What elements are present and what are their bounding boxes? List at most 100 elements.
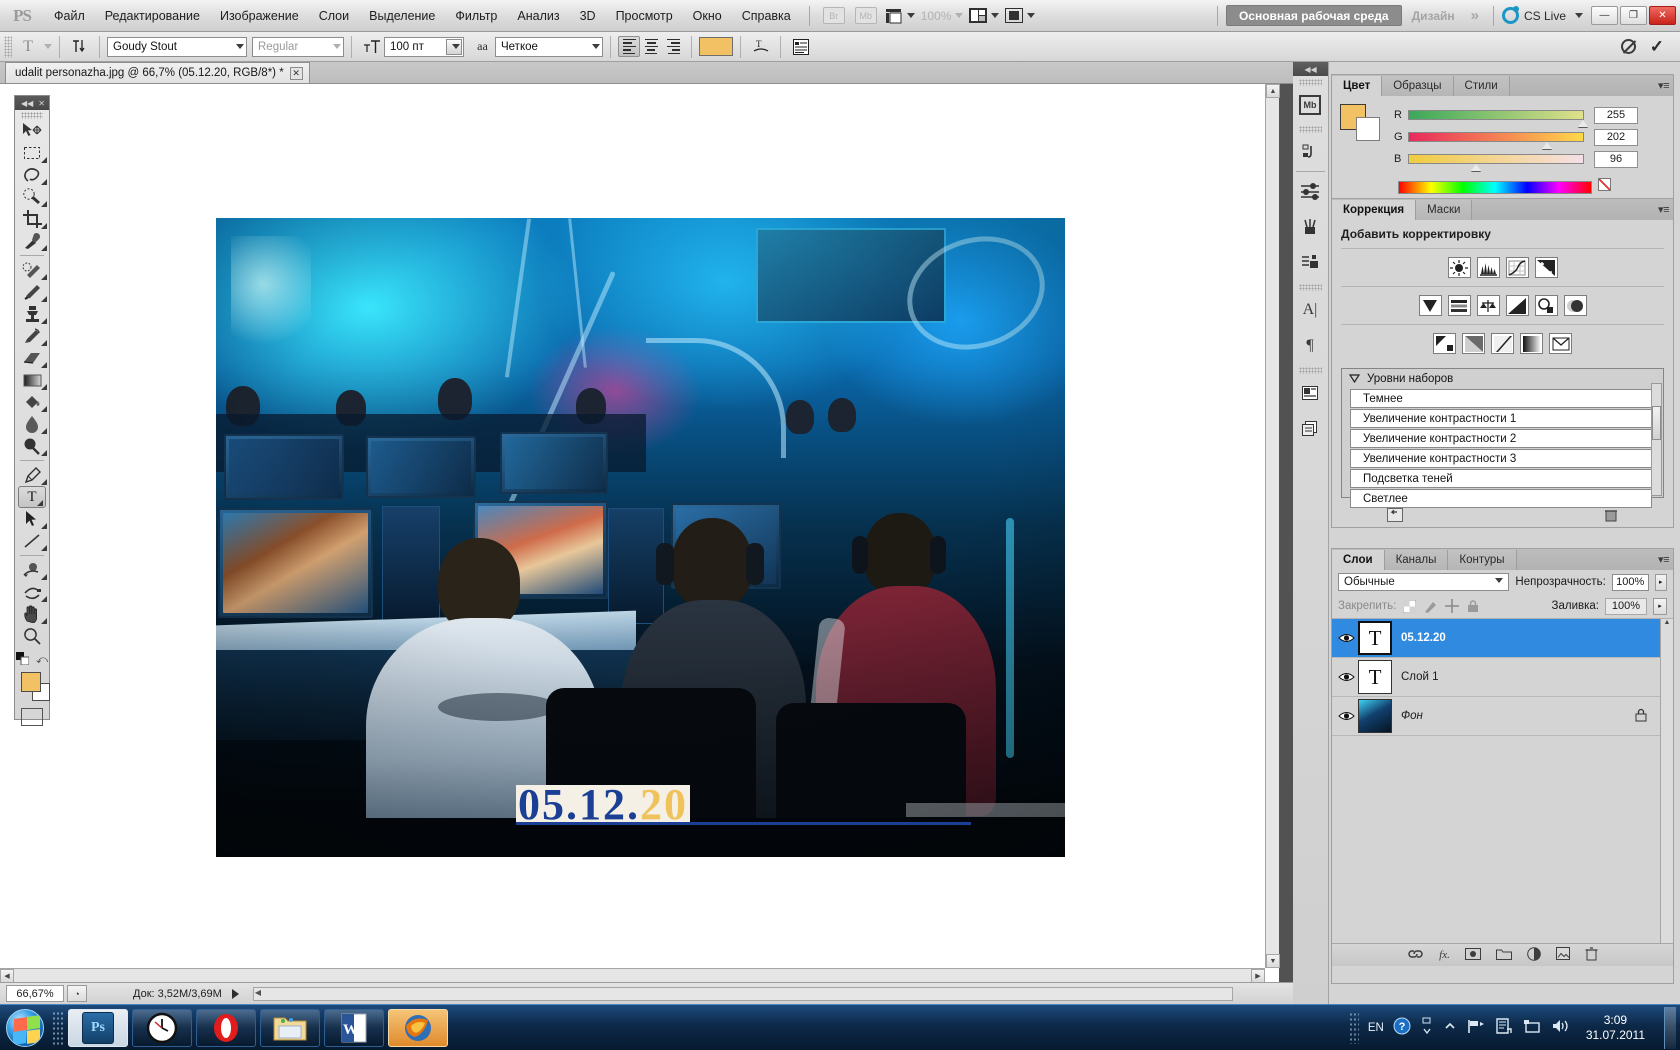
document-tab[interactable]: udalit personazha.jpg @ 66,7% (05.12.20,… [5,62,310,83]
scroll-down-arrow[interactable]: ▼ [1266,954,1280,968]
selective-color-icon[interactable] [1549,333,1572,354]
brush-tool[interactable] [15,281,49,303]
status-expand-button[interactable] [231,988,239,999]
toolbox-grip[interactable] [21,112,43,119]
taskbar-word[interactable]: W [324,1008,384,1047]
new-layer-icon[interactable] [1555,947,1570,963]
opacity-stepper[interactable]: ▸ [1654,573,1667,591]
dock-grip-1[interactable] [1299,79,1322,86]
posterize-icon[interactable] [1462,333,1485,354]
close-icon[interactable]: ✕ [289,66,303,80]
channel-mixer-icon[interactable] [1563,295,1587,316]
green-slider-thumb[interactable] [1542,142,1552,149]
blue-slider-track[interactable] [1408,154,1584,171]
scroll-up-arrow[interactable]: ▲ [1266,84,1280,98]
font-family-select[interactable]: Goudy Stout [107,36,247,57]
cs-live-button[interactable]: CS Live [1501,6,1583,24]
lock-position-icon[interactable] [1444,599,1459,614]
hue-saturation-icon[interactable] [1447,295,1471,316]
scroll-left-arrow[interactable]: ◀ [0,969,14,983]
layer-row-1[interactable]: T Слой 1 [1332,658,1673,697]
help-icon[interactable]: ? [1393,1017,1411,1038]
document-window[interactable]: 05.12.20 ▲ ▼ ◀ ▶ [0,84,1280,983]
dock-grip-4[interactable] [1299,367,1322,374]
tab-adjustments[interactable]: Коррекция [1332,200,1417,220]
curves-icon[interactable] [1505,257,1529,278]
font-size-select[interactable]: 100 пт [384,36,464,57]
taskbar-grip[interactable] [52,1010,64,1045]
gradient-map-icon[interactable] [1520,333,1543,354]
blue-slider-thumb[interactable] [1471,164,1481,171]
eraser-tool[interactable] [15,347,49,369]
duplicate-icon[interactable] [1293,411,1327,447]
layer-thumbnail-0[interactable]: T [1358,621,1392,655]
adjustments-panel-menu-button[interactable]: ▾≡ [1658,203,1669,216]
tab-paths[interactable]: Контуры [1448,550,1517,570]
mini-bridge-button[interactable]: Mb [853,5,879,27]
preset-item-4[interactable]: Подсветка теней [1350,469,1652,488]
taskbar-opera[interactable] [196,1008,256,1047]
arrange-documents-button[interactable] [969,5,1000,27]
language-indicator[interactable]: EN [1368,1022,1384,1034]
fill-stepper[interactable]: ▸ [1653,597,1667,615]
layer-row-0[interactable]: T 05.12.20 [1332,619,1673,658]
layer-name-0[interactable]: 05.12.20 [1401,632,1446,644]
preset-item-0[interactable]: Темнее [1350,389,1652,408]
action-center-icon[interactable] [1495,1017,1513,1038]
commit-edit-button[interactable]: ✓ [1650,38,1664,55]
lock-image-icon[interactable] [1423,599,1438,614]
menu-window[interactable]: Окно [683,5,732,27]
volume-icon[interactable] [1551,1018,1571,1037]
layer-visibility-icon-0[interactable] [1334,632,1358,644]
green-slider-track[interactable] [1408,132,1584,149]
color-panel-menu-button[interactable]: ▾≡ [1658,79,1669,92]
red-value[interactable]: 255 [1594,106,1638,124]
workspace-essentials-button[interactable]: Основная рабочая среда [1225,5,1402,26]
layer-name-1[interactable]: Слой 1 [1401,671,1439,683]
menu-analysis[interactable]: Анализ [507,5,569,27]
lasso-tool[interactable] [15,164,49,186]
scroll-right-arrow[interactable]: ▶ [1251,969,1265,983]
antialias-select[interactable]: Четкое [495,36,603,57]
red-slider-track[interactable] [1408,110,1588,127]
threshold-icon[interactable] [1491,333,1514,354]
dock-grip-2[interactable] [1299,126,1322,133]
quick-mask-toggle[interactable] [21,708,43,726]
layer-thumbnail-2[interactable] [1358,699,1392,733]
date-text-selection[interactable]: 05.12.20 [516,783,690,827]
canvas-horizontal-scrollbar[interactable]: ◀ ▶ [0,968,1265,983]
fill-value[interactable]: 100% [1605,597,1647,615]
presets-scroll-thumb[interactable] [1652,406,1661,440]
invert-icon[interactable] [1433,333,1456,354]
black-white-icon[interactable] [1505,295,1529,316]
swap-colors-icon[interactable]: ⤺ [36,654,48,667]
delete-adjustment-icon[interactable] [1603,508,1619,525]
presets-scrollbar[interactable] [1651,383,1662,496]
menu-edit[interactable]: Редактирование [95,5,210,27]
brightness-contrast-icon[interactable] [1447,257,1471,278]
layer-comps-icon[interactable] [1293,375,1327,411]
close-button[interactable]: ✕ [1649,6,1676,25]
lock-all-icon[interactable] [1465,599,1480,614]
toolbox-collapse-button[interactable]: ◀◀ [21,99,33,108]
red-slider-thumb[interactable] [1578,120,1588,127]
quick-selection-tool[interactable] [15,186,49,208]
delete-layer-icon[interactable] [1585,946,1598,964]
taskbar-clock-app[interactable] [132,1008,192,1047]
type-tool[interactable]: T [18,486,46,508]
minimize-button[interactable]: — [1591,6,1618,25]
layers-scrollbar[interactable]: ▲ [1660,619,1673,943]
preset-item-5[interactable]: Светлее [1350,489,1652,508]
tool-preset-caret[interactable] [44,44,52,49]
menu-filter[interactable]: Фильтр [445,5,507,27]
hand-tool[interactable] [15,603,49,625]
lock-transparency-icon[interactable] [1402,599,1417,614]
workspace-design-button[interactable]: Дизайн [1402,9,1465,23]
show-desktop-button[interactable] [1664,1006,1676,1049]
workspace-more-button[interactable]: » [1465,7,1485,24]
text-orientation-button[interactable] [67,35,92,58]
history-icon[interactable] [1293,134,1327,170]
layer-thumbnail-1[interactable]: T [1358,660,1392,694]
options-bar-grip[interactable] [4,35,12,58]
brush-presets-icon[interactable] [1293,209,1327,245]
